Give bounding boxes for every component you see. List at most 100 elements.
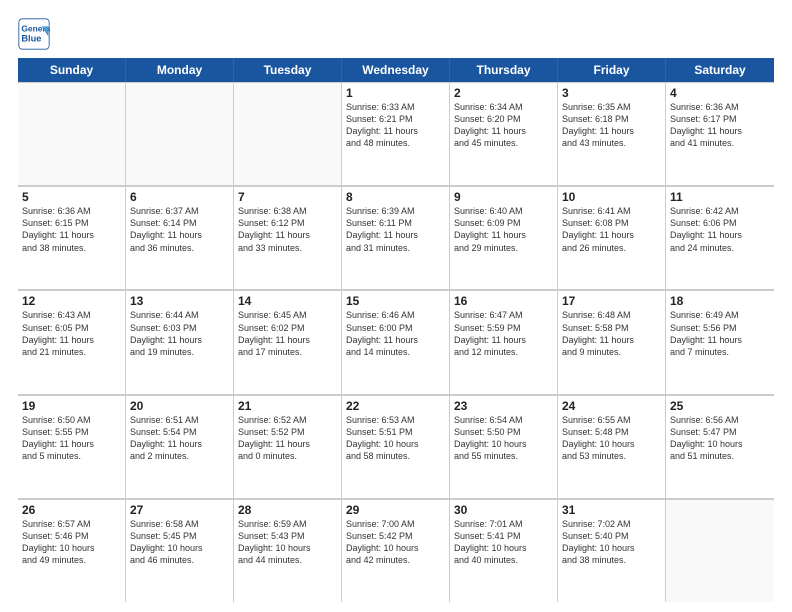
weekday-header: Saturday <box>666 58 774 82</box>
day-info: Sunrise: 6:50 AMSunset: 5:55 PMDaylight:… <box>22 414 121 463</box>
calendar-day: 19Sunrise: 6:50 AMSunset: 5:55 PMDayligh… <box>18 396 126 498</box>
weekday-header: Thursday <box>450 58 558 82</box>
day-info: Sunrise: 7:01 AMSunset: 5:41 PMDaylight:… <box>454 518 553 567</box>
day-info: Sunrise: 6:41 AMSunset: 6:08 PMDaylight:… <box>562 205 661 254</box>
calendar-day: 30Sunrise: 7:01 AMSunset: 5:41 PMDayligh… <box>450 500 558 602</box>
calendar-day: 23Sunrise: 6:54 AMSunset: 5:50 PMDayligh… <box>450 396 558 498</box>
calendar-day: 27Sunrise: 6:58 AMSunset: 5:45 PMDayligh… <box>126 500 234 602</box>
day-info: Sunrise: 6:35 AMSunset: 6:18 PMDaylight:… <box>562 101 661 150</box>
header: General Blue <box>18 18 774 50</box>
day-number: 7 <box>238 190 337 204</box>
weekday-header: Monday <box>126 58 234 82</box>
day-info: Sunrise: 6:46 AMSunset: 6:00 PMDaylight:… <box>346 309 445 358</box>
day-info: Sunrise: 6:38 AMSunset: 6:12 PMDaylight:… <box>238 205 337 254</box>
calendar-day: 29Sunrise: 7:00 AMSunset: 5:42 PMDayligh… <box>342 500 450 602</box>
page: General Blue SundayMondayTuesdayWednesda… <box>0 0 792 612</box>
day-number: 12 <box>22 294 121 308</box>
day-info: Sunrise: 7:02 AMSunset: 5:40 PMDaylight:… <box>562 518 661 567</box>
calendar-day: 6Sunrise: 6:37 AMSunset: 6:14 PMDaylight… <box>126 187 234 289</box>
weekday-header: Friday <box>558 58 666 82</box>
day-number: 3 <box>562 86 661 100</box>
calendar-day: 15Sunrise: 6:46 AMSunset: 6:00 PMDayligh… <box>342 291 450 393</box>
day-number: 10 <box>562 190 661 204</box>
calendar-day: 3Sunrise: 6:35 AMSunset: 6:18 PMDaylight… <box>558 83 666 185</box>
day-number: 19 <box>22 399 121 413</box>
day-number: 31 <box>562 503 661 517</box>
calendar-body: 1Sunrise: 6:33 AMSunset: 6:21 PMDaylight… <box>18 82 774 602</box>
weekday-header: Tuesday <box>234 58 342 82</box>
day-info: Sunrise: 6:53 AMSunset: 5:51 PMDaylight:… <box>346 414 445 463</box>
calendar: SundayMondayTuesdayWednesdayThursdayFrid… <box>18 58 774 602</box>
calendar-day: 28Sunrise: 6:59 AMSunset: 5:43 PMDayligh… <box>234 500 342 602</box>
day-number: 4 <box>670 86 770 100</box>
calendar-header: SundayMondayTuesdayWednesdayThursdayFrid… <box>18 58 774 82</box>
calendar-week: 19Sunrise: 6:50 AMSunset: 5:55 PMDayligh… <box>18 395 774 499</box>
calendar-day: 16Sunrise: 6:47 AMSunset: 5:59 PMDayligh… <box>450 291 558 393</box>
day-info: Sunrise: 6:40 AMSunset: 6:09 PMDaylight:… <box>454 205 553 254</box>
day-number: 17 <box>562 294 661 308</box>
calendar-week: 5Sunrise: 6:36 AMSunset: 6:15 PMDaylight… <box>18 186 774 290</box>
day-info: Sunrise: 6:42 AMSunset: 6:06 PMDaylight:… <box>670 205 770 254</box>
day-number: 9 <box>454 190 553 204</box>
day-number: 24 <box>562 399 661 413</box>
day-number: 8 <box>346 190 445 204</box>
calendar-day: 9Sunrise: 6:40 AMSunset: 6:09 PMDaylight… <box>450 187 558 289</box>
calendar-day: 31Sunrise: 7:02 AMSunset: 5:40 PMDayligh… <box>558 500 666 602</box>
calendar-week: 26Sunrise: 6:57 AMSunset: 5:46 PMDayligh… <box>18 499 774 602</box>
empty-cell <box>234 83 342 185</box>
logo: General Blue <box>18 18 50 50</box>
day-number: 14 <box>238 294 337 308</box>
weekday-header: Wednesday <box>342 58 450 82</box>
day-number: 25 <box>670 399 770 413</box>
day-info: Sunrise: 6:33 AMSunset: 6:21 PMDaylight:… <box>346 101 445 150</box>
day-number: 16 <box>454 294 553 308</box>
calendar-week: 12Sunrise: 6:43 AMSunset: 6:05 PMDayligh… <box>18 290 774 394</box>
day-number: 23 <box>454 399 553 413</box>
day-info: Sunrise: 6:37 AMSunset: 6:14 PMDaylight:… <box>130 205 229 254</box>
day-info: Sunrise: 6:59 AMSunset: 5:43 PMDaylight:… <box>238 518 337 567</box>
day-number: 22 <box>346 399 445 413</box>
day-info: Sunrise: 6:57 AMSunset: 5:46 PMDaylight:… <box>22 518 121 567</box>
calendar-day: 25Sunrise: 6:56 AMSunset: 5:47 PMDayligh… <box>666 396 774 498</box>
calendar-day: 20Sunrise: 6:51 AMSunset: 5:54 PMDayligh… <box>126 396 234 498</box>
day-number: 21 <box>238 399 337 413</box>
day-info: Sunrise: 7:00 AMSunset: 5:42 PMDaylight:… <box>346 518 445 567</box>
calendar-week: 1Sunrise: 6:33 AMSunset: 6:21 PMDaylight… <box>18 82 774 186</box>
calendar-day: 17Sunrise: 6:48 AMSunset: 5:58 PMDayligh… <box>558 291 666 393</box>
day-info: Sunrise: 6:49 AMSunset: 5:56 PMDaylight:… <box>670 309 770 358</box>
day-info: Sunrise: 6:36 AMSunset: 6:15 PMDaylight:… <box>22 205 121 254</box>
day-info: Sunrise: 6:54 AMSunset: 5:50 PMDaylight:… <box>454 414 553 463</box>
day-number: 6 <box>130 190 229 204</box>
day-info: Sunrise: 6:55 AMSunset: 5:48 PMDaylight:… <box>562 414 661 463</box>
day-info: Sunrise: 6:39 AMSunset: 6:11 PMDaylight:… <box>346 205 445 254</box>
day-number: 1 <box>346 86 445 100</box>
day-number: 18 <box>670 294 770 308</box>
day-number: 20 <box>130 399 229 413</box>
day-number: 29 <box>346 503 445 517</box>
day-number: 27 <box>130 503 229 517</box>
calendar-day: 4Sunrise: 6:36 AMSunset: 6:17 PMDaylight… <box>666 83 774 185</box>
calendar-day: 26Sunrise: 6:57 AMSunset: 5:46 PMDayligh… <box>18 500 126 602</box>
day-number: 11 <box>670 190 770 204</box>
calendar-day: 13Sunrise: 6:44 AMSunset: 6:03 PMDayligh… <box>126 291 234 393</box>
calendar-day: 12Sunrise: 6:43 AMSunset: 6:05 PMDayligh… <box>18 291 126 393</box>
day-number: 2 <box>454 86 553 100</box>
svg-text:Blue: Blue <box>21 34 41 44</box>
day-info: Sunrise: 6:48 AMSunset: 5:58 PMDaylight:… <box>562 309 661 358</box>
day-info: Sunrise: 6:52 AMSunset: 5:52 PMDaylight:… <box>238 414 337 463</box>
day-info: Sunrise: 6:44 AMSunset: 6:03 PMDaylight:… <box>130 309 229 358</box>
day-info: Sunrise: 6:51 AMSunset: 5:54 PMDaylight:… <box>130 414 229 463</box>
day-info: Sunrise: 6:36 AMSunset: 6:17 PMDaylight:… <box>670 101 770 150</box>
day-info: Sunrise: 6:47 AMSunset: 5:59 PMDaylight:… <box>454 309 553 358</box>
day-info: Sunrise: 6:58 AMSunset: 5:45 PMDaylight:… <box>130 518 229 567</box>
calendar-day: 14Sunrise: 6:45 AMSunset: 6:02 PMDayligh… <box>234 291 342 393</box>
day-number: 26 <box>22 503 121 517</box>
day-info: Sunrise: 6:45 AMSunset: 6:02 PMDaylight:… <box>238 309 337 358</box>
day-number: 5 <box>22 190 121 204</box>
calendar-day: 5Sunrise: 6:36 AMSunset: 6:15 PMDaylight… <box>18 187 126 289</box>
calendar-day: 10Sunrise: 6:41 AMSunset: 6:08 PMDayligh… <box>558 187 666 289</box>
calendar-day: 7Sunrise: 6:38 AMSunset: 6:12 PMDaylight… <box>234 187 342 289</box>
calendar-day: 22Sunrise: 6:53 AMSunset: 5:51 PMDayligh… <box>342 396 450 498</box>
day-number: 15 <box>346 294 445 308</box>
empty-cell <box>126 83 234 185</box>
